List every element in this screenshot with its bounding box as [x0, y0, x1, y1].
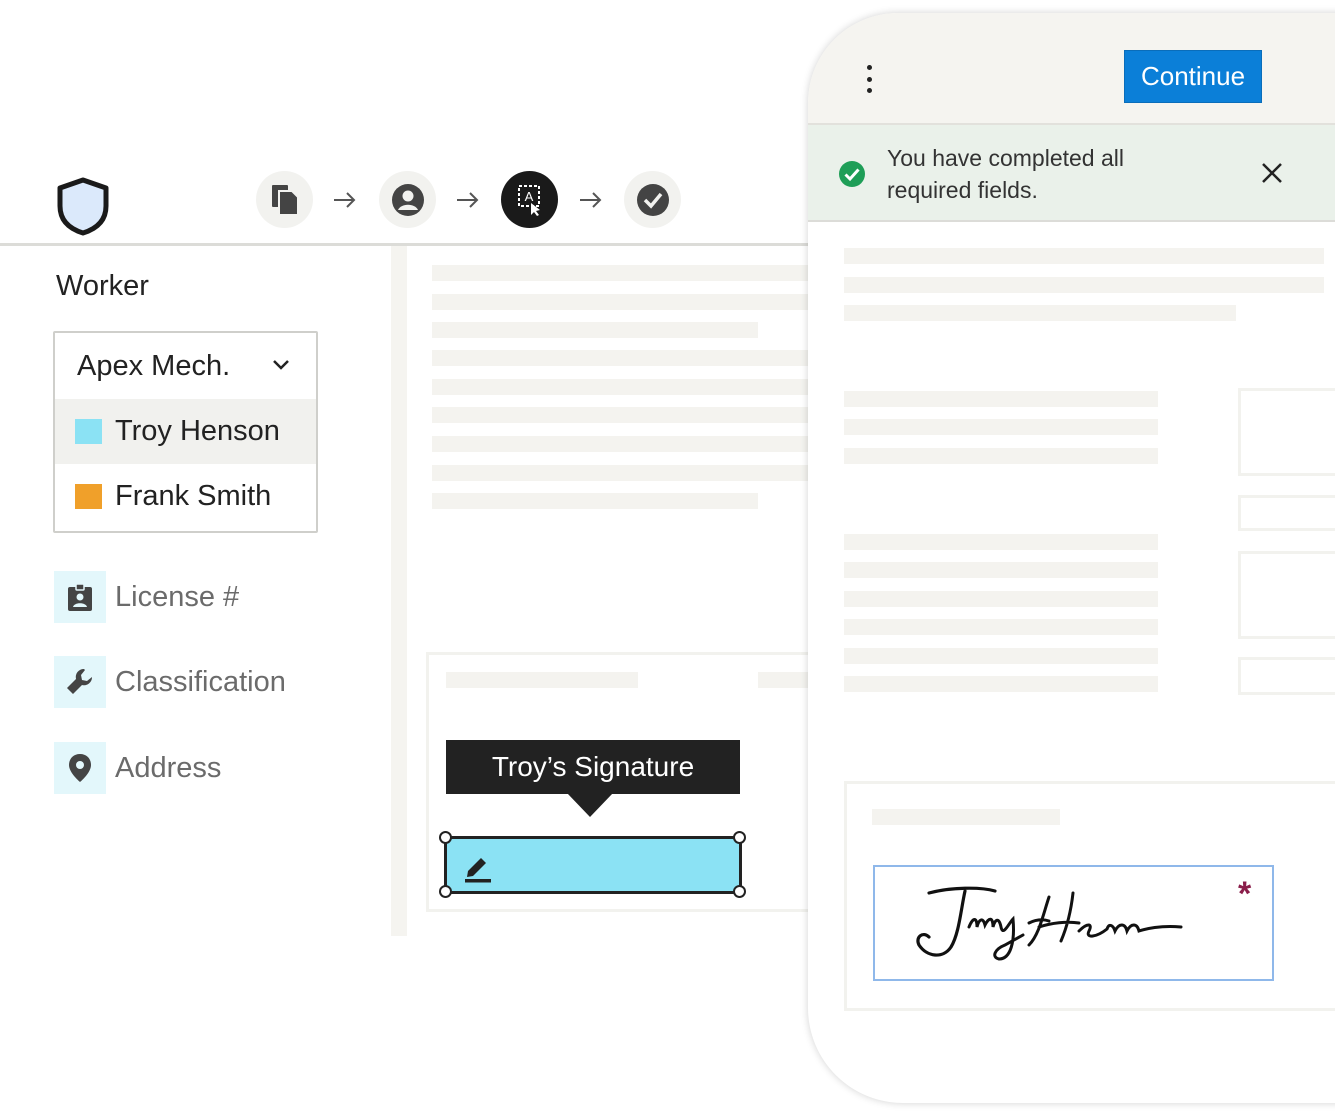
resize-handle[interactable] [439, 831, 452, 844]
handwritten-signature [916, 886, 1183, 961]
field-label: Address [115, 751, 222, 784]
wrench-icon [54, 656, 106, 708]
mobile-header: Continue [808, 13, 1335, 125]
more-options-icon[interactable] [864, 65, 874, 93]
required-marker: * [1238, 875, 1252, 913]
field-placement-icon: A [517, 184, 540, 216]
id-badge-icon [54, 571, 106, 623]
person-icon [391, 183, 424, 216]
banner-message: You have completed all required fields. [887, 145, 1124, 203]
arrow-right-icon [457, 192, 479, 208]
mobile-preview: Continue You have completed all required… [808, 13, 1335, 1103]
success-check-icon [839, 161, 865, 187]
step-documents[interactable] [256, 171, 313, 228]
signature-field[interactable] [444, 836, 742, 894]
step-complete[interactable] [624, 171, 681, 228]
dropdown-option-troy[interactable]: Troy Henson [55, 399, 316, 464]
field-label: License # [115, 580, 240, 613]
tooltip-pointer [567, 793, 613, 817]
pen-icon [465, 858, 491, 883]
location-pin-icon [54, 742, 106, 794]
sidebar-divider [391, 246, 407, 936]
step-fields[interactable]: A [501, 171, 558, 228]
dropdown-option-frank[interactable]: Frank Smith [55, 464, 316, 529]
dropdown-selected-value: Apex Mech. [77, 349, 231, 382]
color-swatch [75, 484, 102, 509]
resize-handle[interactable] [733, 885, 746, 898]
shield-logo-icon [56, 176, 110, 236]
chevron-down-icon[interactable] [272, 359, 290, 371]
svg-text:A: A [524, 189, 533, 204]
checkmark-icon [636, 183, 669, 216]
completion-banner: You have completed all required fields. [808, 125, 1335, 222]
field-address[interactable]: Address [54, 742, 221, 794]
field-license[interactable]: License # [54, 571, 239, 623]
worker-label: Worker [56, 270, 149, 302]
documents-icon [271, 184, 299, 216]
signature-tooltip: Troy’s Signature [446, 740, 740, 794]
resize-handle[interactable] [439, 885, 452, 898]
option-label: Frank Smith [115, 480, 272, 512]
mobile-signature-field[interactable] [873, 865, 1274, 981]
arrow-right-icon [334, 192, 356, 208]
field-classification[interactable]: Classification [54, 656, 286, 708]
close-icon[interactable] [1260, 161, 1284, 185]
option-label: Troy Henson [115, 415, 280, 447]
arrow-right-icon [580, 192, 602, 208]
dropdown-selected[interactable]: Apex Mech. [55, 333, 316, 399]
step-recipient[interactable] [379, 171, 436, 228]
field-label: Classification [115, 665, 286, 698]
color-swatch [75, 419, 102, 444]
resize-handle[interactable] [733, 831, 746, 844]
worker-dropdown[interactable]: Apex Mech. Troy Henson Frank Smith [53, 331, 318, 533]
continue-button[interactable]: Continue [1124, 50, 1262, 103]
